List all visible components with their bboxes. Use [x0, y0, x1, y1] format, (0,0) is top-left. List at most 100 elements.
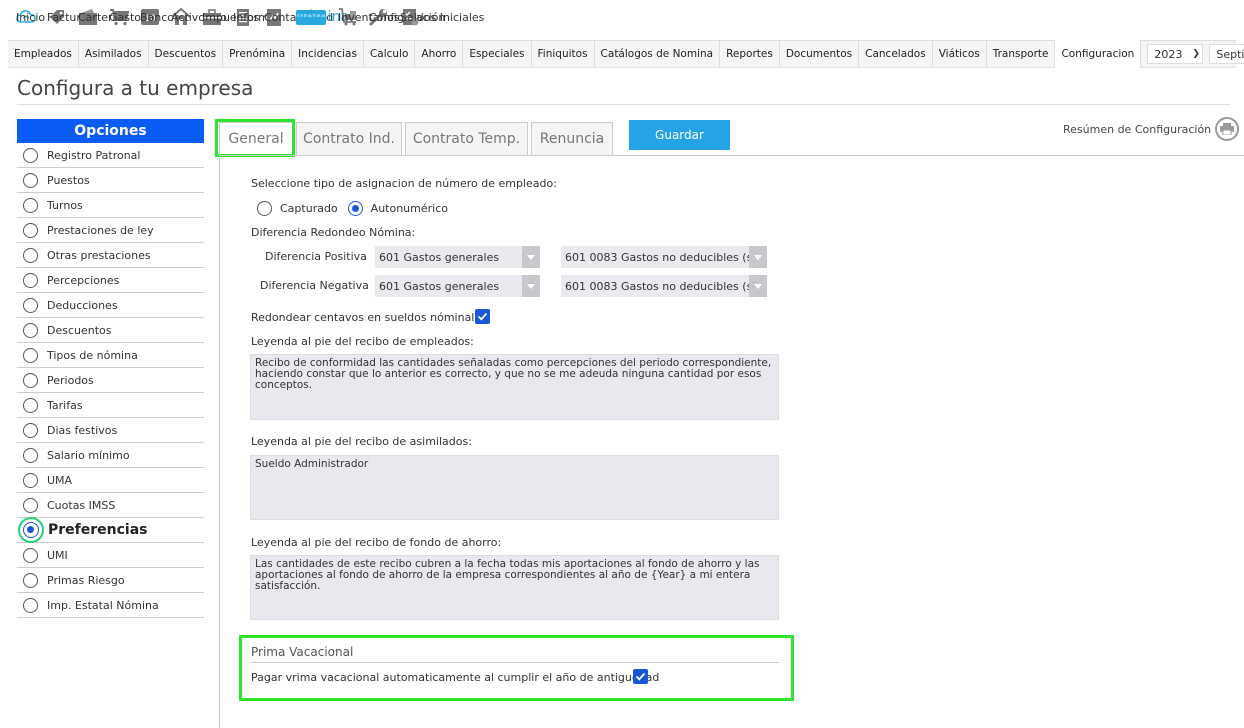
radio-button[interactable]: [23, 322, 38, 338]
nav-activo-fijo[interactable]: Activo Fijo: [171, 7, 227, 26]
radio-capturado[interactable]: [257, 201, 272, 216]
sidebar-option-imp-estatal-nomina[interactable]: Imp. Estatal Nómina: [17, 593, 204, 618]
subnav-catalogos[interactable]: Catálogos de Nomina: [595, 40, 721, 68]
option-label: UMI: [47, 548, 68, 562]
subnav-especiales[interactable]: Especiales: [463, 40, 532, 68]
save-button[interactable]: Guardar: [629, 120, 730, 150]
top-nav: Inicio Factura Cartera Gastos 10 Bancos …: [0, 0, 1244, 34]
leyenda-empleados-textarea[interactable]: Recibo de conformidad las cantidades señ…: [250, 354, 779, 420]
sidebar-option-deducciones[interactable]: Deducciones: [17, 293, 204, 318]
positiva-subcuenta-select[interactable]: 601 0083 Gastos no deducibles (sin: [561, 246, 767, 268]
radio-button-selected[interactable]: [23, 522, 39, 538]
radio-button[interactable]: [23, 247, 38, 263]
nav-bancos[interactable]: 10 Bancos: [140, 8, 180, 26]
subnav-cancelados[interactable]: Cancelados: [859, 40, 933, 68]
subnav-descuentos[interactable]: Descuentos: [149, 40, 224, 68]
option-label: Deducciones: [47, 298, 118, 312]
negativa-subcuenta-select[interactable]: 601 0083 Gastos no deducibles (sin: [561, 275, 767, 297]
option-label: Tarifas: [47, 398, 83, 412]
year-select[interactable]: 2023 ❯: [1147, 44, 1204, 64]
subnav-documentos[interactable]: Documentos: [780, 40, 860, 68]
negativa-cuenta-select[interactable]: 601 Gastos generales: [375, 275, 540, 297]
leyenda-ahorro-textarea[interactable]: Las cantidades de este recibo cubren a l…: [250, 555, 779, 620]
radio-button[interactable]: [23, 197, 38, 213]
nav-inicio[interactable]: Inicio: [16, 8, 45, 26]
nav-configuracion[interactable]: Configuración: [369, 8, 445, 26]
radio-button[interactable]: [23, 547, 38, 563]
sidebar-option-uma[interactable]: UMA: [17, 468, 204, 493]
sidebar-option-percepciones[interactable]: Percepciones: [17, 268, 204, 293]
resumen-configuracion-link[interactable]: Resúmen de Configuración: [1063, 117, 1240, 141]
option-label: Preferencias: [48, 522, 148, 538]
subnav-viaticos[interactable]: Viáticos: [933, 40, 987, 68]
radio-button[interactable]: [23, 397, 38, 413]
radio-button[interactable]: [23, 222, 38, 238]
radio-button[interactable]: [23, 297, 38, 313]
leyenda-empleados-label: Leyenda al pie del recibo de empleados:: [251, 335, 474, 348]
nav-factura[interactable]: Factura: [47, 8, 88, 26]
positiva-cuenta-select[interactable]: 601 Gastos generales: [375, 246, 540, 268]
sidebar-option-cuotas-imss[interactable]: Cuotas IMSS: [17, 493, 204, 518]
sidebar-option-periodos[interactable]: Periodos: [17, 368, 204, 393]
sidebar-option-prestaciones-de-ley[interactable]: Prestaciones de ley: [17, 218, 204, 243]
nav-informes[interactable]: Informes: [233, 8, 281, 26]
radio-button[interactable]: [23, 447, 38, 463]
prima-vacacional-checkbox[interactable]: [633, 669, 648, 684]
subnav-transporte[interactable]: Transporte: [987, 40, 1056, 68]
page-title: Configura a tu empresa: [17, 76, 254, 100]
nav-inventarios[interactable]: Inventarios: [338, 8, 400, 26]
option-label: Otras prestaciones: [47, 248, 151, 262]
sidebar-option-tarifas[interactable]: Tarifas: [17, 393, 204, 418]
radio-button[interactable]: [23, 372, 38, 388]
positiva-label: Diferencia Positiva: [265, 250, 367, 263]
sidebar-option-registro-patronal[interactable]: Registro Patronal: [17, 143, 204, 168]
nav-cartera[interactable]: Cartera: [78, 8, 119, 26]
subnav-reportes[interactable]: Reportes: [720, 40, 780, 68]
radio-button[interactable]: [23, 422, 38, 438]
sidebar-option-puestos[interactable]: Puestos: [17, 168, 204, 193]
leyenda-asimilados-textarea[interactable]: Sueldo Administrador: [250, 455, 779, 520]
month-select[interactable]: Septiembre ❯: [1209, 44, 1244, 64]
sidebar-option-salario-minimo[interactable]: Salario mínimo: [17, 443, 204, 468]
caret-down-icon: [522, 275, 540, 297]
sidebar-option-tipos-de-nomina[interactable]: Tipos de nómina: [17, 343, 204, 368]
tab-renuncia[interactable]: Renuncia: [531, 122, 613, 155]
radio-button[interactable]: [23, 347, 38, 363]
subnav-asimilados[interactable]: Asimilados: [79, 40, 149, 68]
subnav-empleados[interactable]: Empleados: [8, 40, 79, 68]
sidebar-option-turnos[interactable]: Turnos: [17, 193, 204, 218]
tab-contrato-ind[interactable]: Contrato Ind.: [296, 122, 402, 155]
sidebar-option-descuentos[interactable]: Descuentos: [17, 318, 204, 343]
tab-general[interactable]: General: [219, 122, 293, 155]
caret-down-icon: [522, 246, 540, 268]
printer-icon[interactable]: [1215, 117, 1240, 141]
sidebar-option-preferencias[interactable]: Preferencias: [17, 518, 204, 543]
nav-nomina[interactable]: Nómina: [295, 8, 349, 26]
subnav-incidencias[interactable]: Incidencias: [292, 40, 364, 68]
sidebar-option-umi[interactable]: UMI: [17, 543, 204, 568]
nav-gastos[interactable]: Gastos: [109, 8, 147, 26]
nav-contabilidad[interactable]: Contabilidad: [264, 8, 333, 26]
subnav-finiquitos[interactable]: Finiquitos: [532, 40, 595, 68]
radio-button[interactable]: [23, 472, 38, 488]
subnav-prenomina[interactable]: Prenómina: [223, 40, 293, 68]
subnav-configuracion[interactable]: Configuracion: [1055, 40, 1142, 68]
sidebar-option-primas-riesgo[interactable]: Primas Riesgo: [17, 568, 204, 593]
radio-button[interactable]: [23, 147, 38, 163]
subnav-ahorro[interactable]: Ahorro: [415, 40, 464, 68]
tab-contrato-temp[interactable]: Contrato Temp.: [405, 122, 528, 155]
radio-button[interactable]: [23, 597, 38, 613]
diferencia-label: Diferencia Redondeo Nómina:: [251, 226, 416, 239]
radio-button[interactable]: [23, 272, 38, 288]
radio-button[interactable]: [23, 497, 38, 513]
sidebar-option-otras-prestaciones[interactable]: Otras prestaciones: [17, 243, 204, 268]
nav-saldos-iniciales[interactable]: Saldos Iniciales: [400, 8, 484, 26]
subnav-calculo[interactable]: Calculo: [364, 40, 416, 68]
prima-vacacional-title: Prima Vacacional: [251, 645, 354, 659]
radio-button[interactable]: [23, 172, 38, 188]
nav-impuestos[interactable]: Impuestos: [202, 8, 259, 26]
redondear-checkbox[interactable]: [475, 309, 490, 324]
radio-button[interactable]: [23, 572, 38, 588]
sidebar-option-dias-festivos[interactable]: Dias festivos: [17, 418, 204, 443]
radio-autonumerico[interactable]: [347, 201, 363, 216]
